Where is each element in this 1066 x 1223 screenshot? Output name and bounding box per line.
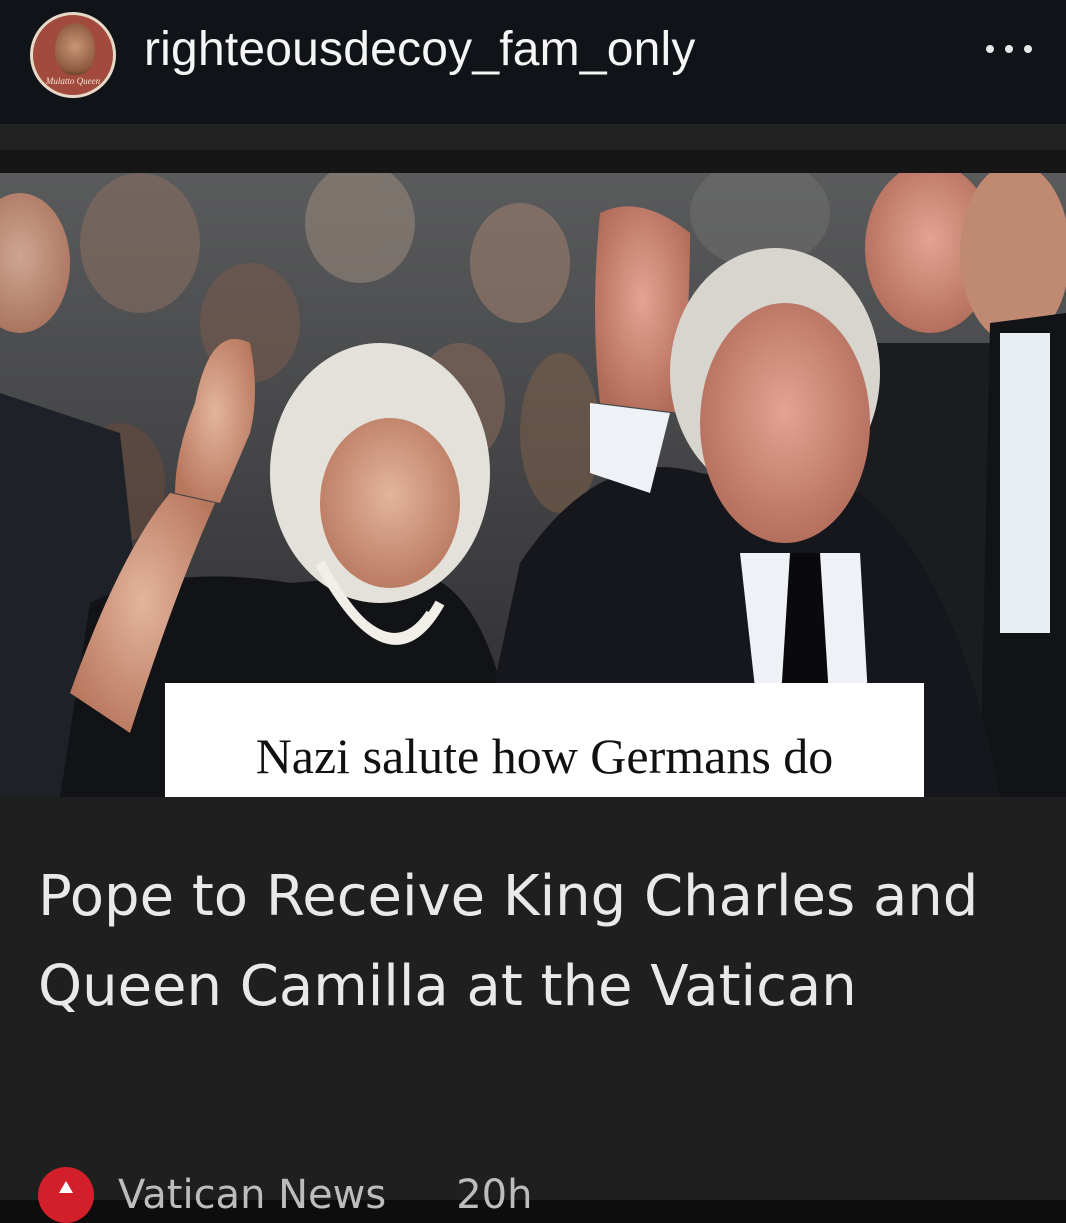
article-headline[interactable]: Pope to Receive King Charles and Queen C… bbox=[38, 852, 1038, 1032]
source-timestamp: 20h bbox=[456, 1172, 533, 1218]
avatar-portrait bbox=[55, 23, 95, 75]
avatar-caption: Mulatto Queen bbox=[45, 76, 101, 86]
more-options-icon[interactable] bbox=[986, 34, 1032, 64]
card-top-band bbox=[0, 124, 1066, 150]
article-source[interactable]: Vatican News 20h bbox=[38, 1167, 533, 1223]
source-name: Vatican News bbox=[118, 1172, 387, 1218]
username-link[interactable]: righteousdecoy_fam_only bbox=[144, 22, 696, 77]
profile-avatar[interactable]: Mulatto Queen bbox=[30, 12, 116, 98]
post-header: Mulatto Queen righteousdecoy_fam_only bbox=[0, 0, 1066, 124]
news-source-icon bbox=[38, 1167, 94, 1223]
